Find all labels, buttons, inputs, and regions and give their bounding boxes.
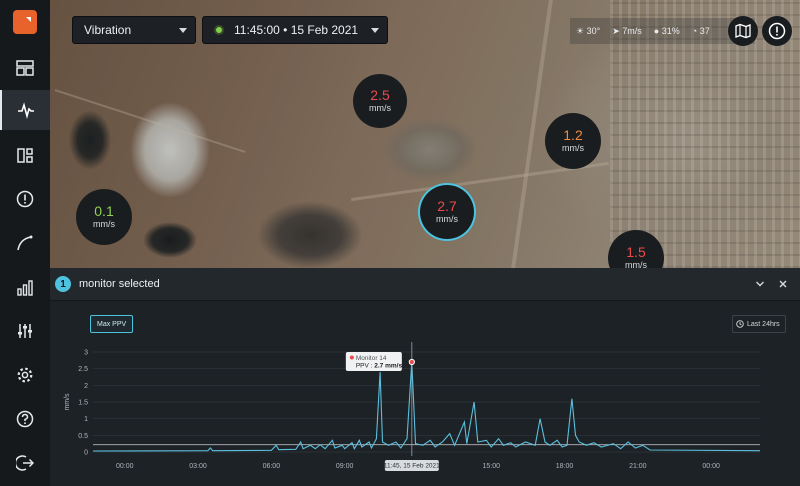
sensor-value: 2.5 <box>370 87 390 103</box>
sensor-value: 0.1 <box>94 203 114 219</box>
map-alerts-button[interactable] <box>762 16 792 46</box>
sensor-value: 2.7 <box>437 198 457 214</box>
visibility-reading: ◔ 37 <box>692 26 710 36</box>
x-tick-label: 06:00 <box>263 463 281 470</box>
cursor-marker <box>408 358 415 366</box>
nav-logout[interactable] <box>0 443 50 483</box>
nav-alerts[interactable] <box>0 179 50 219</box>
humidity-value: 31% <box>661 26 680 36</box>
sensor-value: 1.5 <box>626 244 646 260</box>
y-tick-label: 0 <box>84 450 88 457</box>
sensor-unit: mm/s <box>93 219 115 229</box>
chevron-down-icon <box>756 281 764 287</box>
wind-value: 7m/s <box>622 25 642 36</box>
nav-filters[interactable] <box>0 311 50 351</box>
series-line <box>92 361 761 452</box>
droplet-icon: ● <box>653 26 660 36</box>
y-tick-label: 2.5 <box>78 366 88 373</box>
sun-icon: ☀ <box>576 25 585 36</box>
devices-icon <box>17 148 33 163</box>
cursor-time-label: 11:45, 15 Feb 2021 <box>384 460 440 471</box>
sliders-icon <box>18 324 32 338</box>
live-status-icon <box>214 25 224 35</box>
satellite-map[interactable]: 2.5 mm/s 1.2 mm/s 0.1 mm/s 2.7 mm/s 1.5 … <box>50 0 800 268</box>
nav-dashboard[interactable] <box>0 48 50 88</box>
y-tick-label: 3 <box>84 350 88 357</box>
metric-dropdown-value: Vibration <box>84 23 132 37</box>
svg-text:11:45, 15 Feb 2021: 11:45, 15 Feb 2021 <box>384 463 440 470</box>
sensor-unit: mm/s <box>562 143 584 153</box>
datetime-dropdown[interactable]: 11:45:00 • 15 Feb 2021 <box>202 16 388 44</box>
nav-devices[interactable] <box>0 135 50 175</box>
chart-grid <box>93 351 760 453</box>
visibility-value: 37 <box>699 26 710 36</box>
datetime-dropdown-value: 11:45:00 • 15 Feb 2021 <box>234 23 359 37</box>
sensor-unit: mm/s <box>369 103 391 113</box>
x-tick-label: 09:00 <box>336 463 354 470</box>
map-view-button[interactable] <box>728 16 758 46</box>
x-tick-label: 18:00 <box>556 463 574 470</box>
x-tick-label: 00:00 <box>116 463 134 470</box>
gauge-icon: ◔ <box>691 26 698 36</box>
tooltip-value: PPV : 2.7 mm/s <box>356 363 403 370</box>
panel-header: 1 monitor selected <box>50 268 800 301</box>
close-icon <box>779 280 787 288</box>
vibration-wave-icon <box>18 102 34 119</box>
x-tick-label: 00:00 <box>702 463 720 470</box>
settings-icon <box>17 367 33 383</box>
y-tick-label: 1.5 <box>78 400 88 407</box>
temperature-value: 30° <box>586 25 601 36</box>
x-tick-label: 21:00 <box>629 463 647 470</box>
tooltip-title: Monitor 14 <box>356 355 387 362</box>
wind-direction-icon: ➤ <box>612 25 620 36</box>
chart-tooltip: Monitor 14 PPV : 2.7 mm/s <box>345 352 403 371</box>
logout-icon <box>16 455 34 471</box>
y-axis-label: mm/s <box>64 393 71 411</box>
logo-mark-icon <box>26 17 31 22</box>
nav-trends[interactable] <box>0 223 50 263</box>
sidebar <box>0 0 51 486</box>
alert-icon <box>16 190 34 208</box>
sensor-unit: mm/s <box>436 214 458 224</box>
chevron-down-icon <box>179 28 187 33</box>
metric-dropdown[interactable]: Vibration <box>72 16 196 44</box>
map-icon <box>735 23 751 39</box>
sensor-marker-selected[interactable]: 2.7 mm/s <box>420 185 474 239</box>
sensor-marker[interactable]: 2.5 mm/s <box>353 74 407 128</box>
collapse-button[interactable] <box>753 277 767 291</box>
dashboard-icon <box>16 60 34 76</box>
y-tick-label: 2 <box>84 383 88 390</box>
ppv-chart[interactable]: 0 0.5 1 1.5 2 2.5 3 mm/s 00:00 03:00 06:00 09:00 1… <box>50 300 800 486</box>
humidity-reading: ● 31% <box>654 26 680 36</box>
alert-icon <box>768 22 786 40</box>
temperature-reading: ☀ 30° <box>576 26 600 37</box>
monitor-panel: 1 monitor selected Max PPV Last 24hrs 00… <box>50 268 800 486</box>
nav-settings[interactable] <box>0 355 50 395</box>
sensor-marker[interactable]: 1.2 mm/s <box>545 113 601 169</box>
sensor-value: 1.2 <box>563 127 583 143</box>
nav-reports[interactable] <box>0 268 50 308</box>
bar-chart-icon <box>17 280 33 296</box>
wind-reading: ➤ 7m/s <box>612 26 642 37</box>
y-tick-label: 1 <box>84 416 88 423</box>
sensor-marker[interactable]: 0.1 mm/s <box>76 189 132 245</box>
panel-title: monitor selected <box>79 278 160 290</box>
logo[interactable] <box>13 10 37 34</box>
x-tick-label: 15:00 <box>482 463 500 470</box>
nav-vibration[interactable] <box>0 90 50 130</box>
sensor-unit: mm/s <box>625 260 647 268</box>
nav-help[interactable] <box>0 399 50 439</box>
chevron-down-icon <box>371 28 379 33</box>
close-button[interactable] <box>776 277 790 291</box>
trend-curve-icon <box>17 235 33 251</box>
help-icon <box>16 410 34 428</box>
y-tick-label: 0.5 <box>78 433 88 440</box>
x-tick-label: 03:00 <box>189 463 207 470</box>
selected-count-badge: 1 <box>55 276 71 292</box>
